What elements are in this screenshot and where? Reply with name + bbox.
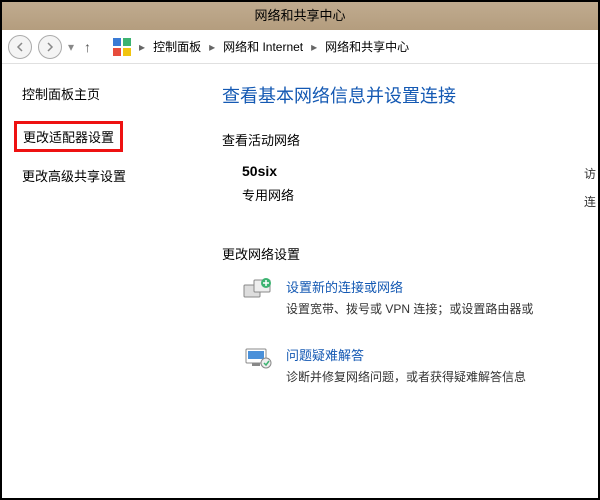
breadcrumb-item[interactable]: 控制面板 <box>153 38 201 55</box>
window-title: 网络和共享中心 <box>254 8 345 23</box>
up-button[interactable]: ↑ <box>80 39 95 55</box>
forward-button[interactable] <box>38 35 62 59</box>
chevron-right-icon: ▸ <box>207 40 217 54</box>
troubleshoot-link[interactable]: 问题疑难解答 <box>286 345 526 364</box>
sidebar: 控制面板主页 更改适配器设置 更改高级共享设置 <box>2 64 222 498</box>
arrow-left-icon <box>15 42 25 52</box>
setup-connection-item[interactable]: 设置新的连接或网络 设置宽带、拨号或 VPN 连接；或设置路由器或 <box>222 277 598 317</box>
troubleshoot-item[interactable]: 问题疑难解答 诊断并修复网络问题，或者获得疑难解答信息 <box>222 345 598 385</box>
network-type: 专用网络 <box>242 185 598 204</box>
chevron-right-icon: ▸ <box>309 40 319 54</box>
active-networks-label: 查看活动网络 <box>222 130 598 149</box>
control-panel-icon <box>113 38 131 56</box>
breadcrumb-item[interactable]: 网络和 Internet <box>223 38 303 55</box>
right-hint: 连 <box>584 188 596 216</box>
network-block: 50six 专用网络 <box>222 163 598 204</box>
troubleshoot-icon <box>242 345 274 373</box>
highlight-annotation: 更改适配器设置 <box>14 121 123 152</box>
window-titlebar: 网络和共享中心 <box>2 2 598 30</box>
sidebar-advanced-link[interactable]: 更改高级共享设置 <box>22 166 212 185</box>
chevron-right-icon: ▸ <box>137 40 147 54</box>
nav-toolbar: ▾ ↑ ▸ 控制面板 ▸ 网络和 Internet ▸ 网络和共享中心 <box>2 30 598 64</box>
back-button[interactable] <box>8 35 32 59</box>
dropdown-nav[interactable]: ▾ <box>68 40 74 54</box>
breadcrumb-item[interactable]: 网络和共享中心 <box>325 38 409 55</box>
main-panel: 查看基本网络信息并设置连接 查看活动网络 50six 专用网络 更改网络设置 设… <box>222 64 598 498</box>
network-name: 50six <box>242 163 598 179</box>
new-connection-icon <box>242 277 274 305</box>
page-heading: 查看基本网络信息并设置连接 <box>222 82 598 108</box>
change-settings-label: 更改网络设置 <box>222 244 598 263</box>
arrow-right-icon <box>45 42 55 52</box>
sidebar-adapter-link[interactable]: 更改适配器设置 <box>23 127 114 146</box>
right-hint: 访 <box>584 160 596 188</box>
setup-connection-desc: 设置宽带、拨号或 VPN 连接；或设置路由器或 <box>286 300 533 317</box>
sidebar-home-link[interactable]: 控制面板主页 <box>22 84 212 103</box>
troubleshoot-desc: 诊断并修复网络问题，或者获得疑难解答信息 <box>286 368 526 385</box>
setup-connection-link[interactable]: 设置新的连接或网络 <box>286 277 533 296</box>
right-truncated-labels: 访 连 <box>584 160 596 216</box>
